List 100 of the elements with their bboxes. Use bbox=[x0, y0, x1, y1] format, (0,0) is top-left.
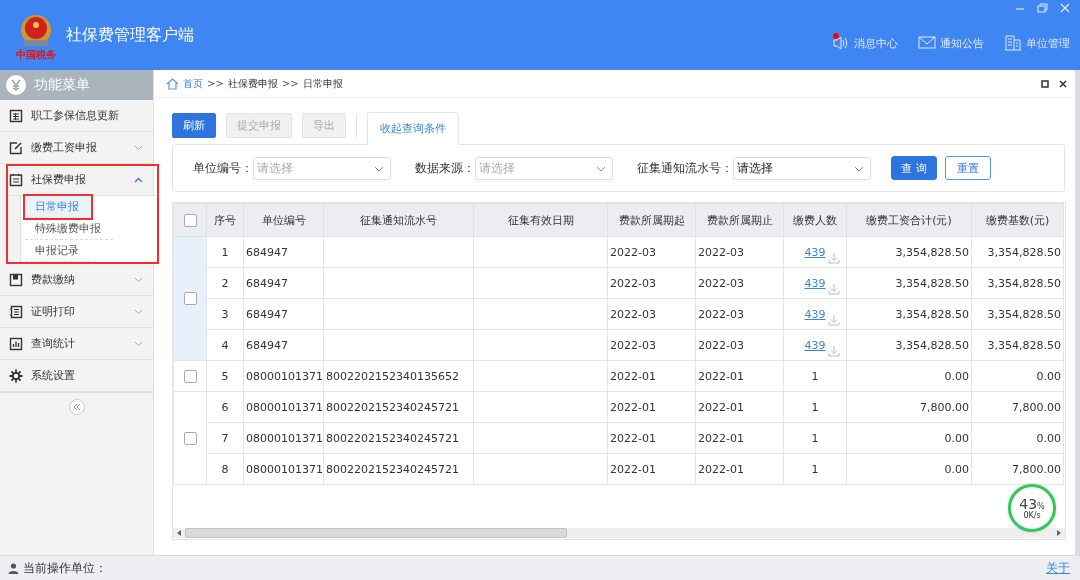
table-cell: 3,354,828.50 bbox=[987, 245, 1061, 259]
table-cell: 1 bbox=[811, 462, 819, 476]
about-link[interactable]: 关于 bbox=[1046, 559, 1070, 577]
menu-item[interactable]: 职工参保信息更新 bbox=[0, 100, 153, 132]
double-chevron-icon bbox=[72, 403, 81, 411]
edit-icon bbox=[9, 140, 23, 155]
payer-count-link[interactable]: 439 bbox=[804, 245, 826, 259]
download-icon[interactable] bbox=[828, 252, 840, 264]
table-cell: 684947 bbox=[246, 276, 288, 290]
table-cell: 7,800.00 bbox=[1012, 400, 1061, 414]
horizontal-scrollbar[interactable] bbox=[173, 528, 1065, 538]
select-field[interactable]: 请选择 bbox=[253, 156, 391, 180]
chevron-down-icon bbox=[596, 165, 606, 172]
payer-count-link[interactable]: 439 bbox=[804, 307, 826, 321]
row-group-cell[interactable] bbox=[173, 391, 207, 485]
payer-count-link[interactable]: 439 bbox=[804, 276, 826, 290]
chevron-up-icon bbox=[134, 176, 143, 183]
reset-button[interactable]: 重置 bbox=[945, 156, 991, 180]
select-field[interactable]: 请选择 bbox=[475, 156, 613, 180]
breadcrumb-item: 日常申报 bbox=[302, 76, 343, 91]
download-icon[interactable] bbox=[828, 283, 840, 295]
table-cell: 2022-03 bbox=[698, 245, 744, 259]
download-icon[interactable] bbox=[828, 345, 840, 357]
chevron-down-icon bbox=[134, 276, 143, 283]
submenu-item[interactable]: 申报记录 bbox=[25, 240, 91, 262]
table-cell: 3 bbox=[221, 307, 229, 321]
logo-caption: 中国税务 bbox=[16, 49, 56, 61]
table-cell: 08000101371 bbox=[246, 400, 323, 414]
table-cell: 8002202152340245721 bbox=[326, 431, 459, 445]
table-cell: 08000101371 bbox=[246, 369, 323, 383]
sidebar-title: 功能菜单 bbox=[34, 76, 90, 94]
search-button[interactable]: 查 询 bbox=[891, 156, 937, 180]
checkbox[interactable] bbox=[183, 292, 197, 306]
restore-icon[interactable] bbox=[1037, 3, 1048, 13]
field-label: 征集通知流水号： bbox=[637, 159, 733, 177]
table-cell: 8002202152340135652 bbox=[326, 369, 459, 383]
table-cell: 1 bbox=[811, 431, 819, 445]
table-cell: 2022-01 bbox=[698, 431, 744, 445]
table-cell: 684947 bbox=[246, 338, 288, 352]
table-cell: 3,354,828.50 bbox=[895, 307, 969, 321]
table-cell: 3,354,828.50 bbox=[987, 307, 1061, 321]
table-cell: 7,800.00 bbox=[1012, 462, 1061, 476]
table-cell: 0.00 bbox=[1036, 431, 1061, 445]
row-group-cell[interactable] bbox=[173, 236, 207, 361]
checkbox[interactable] bbox=[183, 369, 197, 383]
table-cell: 0.00 bbox=[944, 369, 969, 383]
gear-icon bbox=[9, 368, 23, 383]
checkbox[interactable] bbox=[183, 431, 197, 445]
menu-item[interactable]: 证明打印 bbox=[0, 296, 153, 328]
table-cell: 5 bbox=[221, 369, 229, 383]
submenu-item[interactable]: 日常申报 bbox=[25, 196, 91, 218]
chevron-down-icon bbox=[134, 340, 143, 347]
breadcrumb-link[interactable]: 首页 bbox=[183, 76, 203, 91]
speaker-icon bbox=[832, 34, 850, 52]
table-cell: 3,354,828.50 bbox=[895, 338, 969, 352]
menu-item[interactable]: 缴费工资申报 bbox=[0, 132, 153, 164]
close-icon[interactable] bbox=[1059, 79, 1067, 88]
submenu-item[interactable]: 特殊缴费申报 bbox=[25, 218, 113, 240]
status-label: 当前操作单位： bbox=[23, 559, 107, 577]
table-cell: 2022-03 bbox=[610, 276, 656, 290]
maximize-icon[interactable] bbox=[1041, 79, 1049, 88]
book-icon bbox=[9, 272, 23, 287]
table-cell: 2022-01 bbox=[698, 400, 744, 414]
checkbox[interactable] bbox=[183, 213, 197, 227]
field-label: 单位编号： bbox=[193, 159, 253, 177]
table-cell: 2 bbox=[221, 276, 229, 290]
table-cell: 684947 bbox=[246, 307, 288, 321]
scroll-right-icon[interactable] bbox=[1056, 530, 1062, 536]
table-cell: 2022-01 bbox=[610, 400, 656, 414]
yuan-icon bbox=[6, 75, 26, 95]
collapse-button[interactable] bbox=[68, 399, 85, 415]
select-field[interactable]: 请选择 bbox=[733, 156, 871, 180]
table-cell: 3,354,828.50 bbox=[895, 245, 969, 259]
table-cell: 2022-01 bbox=[610, 369, 656, 383]
table-cell: 2022-01 bbox=[698, 462, 744, 476]
menu-item[interactable]: 费款缴纳 bbox=[0, 264, 153, 296]
table-cell: 2022-03 bbox=[698, 307, 744, 321]
menu-item[interactable]: 查询统计 bbox=[0, 328, 153, 360]
breadcrumb-separator: >> bbox=[207, 78, 224, 89]
table-cell: 2022-03 bbox=[610, 307, 656, 321]
list-icon bbox=[9, 108, 23, 123]
table-cell: 2022-03 bbox=[610, 338, 656, 352]
scroll-left-icon[interactable] bbox=[176, 530, 182, 536]
download-icon[interactable] bbox=[828, 314, 840, 326]
table-cell: 4 bbox=[221, 338, 229, 352]
table-cell: 08000101371 bbox=[246, 462, 323, 476]
breadcrumb-item: 社保费申报 bbox=[227, 76, 278, 91]
speed-meter: 43% 0K/s bbox=[1008, 484, 1056, 532]
row-group-cell[interactable] bbox=[173, 360, 207, 392]
field-label: 数据来源： bbox=[415, 159, 475, 177]
refresh-button[interactable]: 刷新 bbox=[172, 113, 216, 138]
table-cell: 6 bbox=[221, 400, 229, 414]
home-icon[interactable] bbox=[166, 77, 179, 90]
payer-count-link[interactable]: 439 bbox=[804, 338, 826, 352]
table-cell: 2022-01 bbox=[610, 431, 656, 445]
tab[interactable]: 收起查询条件 bbox=[367, 112, 459, 145]
menu-item[interactable]: 系统设置 bbox=[0, 360, 153, 392]
table-cell: 8002202152340245721 bbox=[326, 400, 459, 414]
chevron-down-icon bbox=[134, 308, 143, 315]
table-cell: 3,354,828.50 bbox=[987, 276, 1061, 290]
